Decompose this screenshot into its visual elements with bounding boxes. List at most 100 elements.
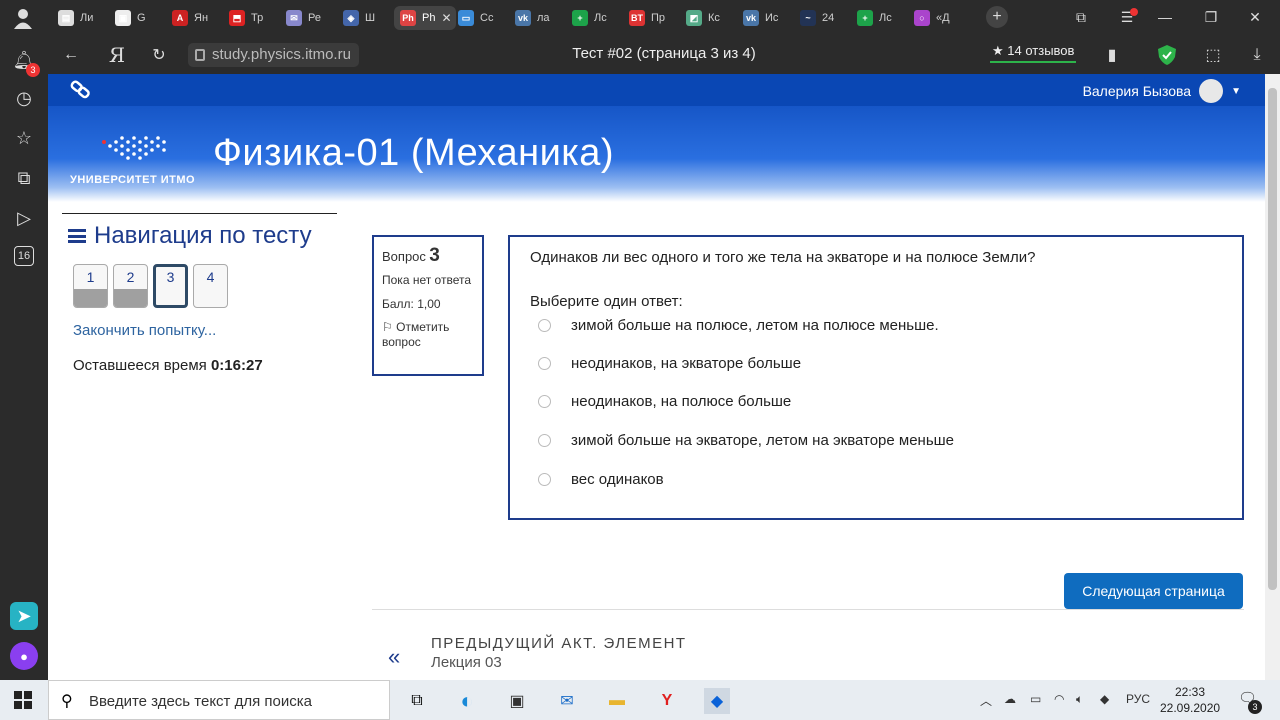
browser-tab[interactable]: BT Пр — [623, 6, 677, 30]
browser-tab[interactable]: ▭ Сс — [452, 6, 506, 30]
radio-button[interactable] — [538, 433, 551, 447]
download-icon[interactable]: ⤓ — [1246, 44, 1268, 66]
user-menu[interactable]: Валерия Бызова ▼ — [1083, 79, 1241, 103]
tab-label: ла — [537, 12, 550, 24]
tab-favicon-icon: BT — [629, 10, 645, 26]
browser-tab[interactable]: + Лс — [851, 6, 905, 30]
answer-option[interactable]: неодинаков, на экваторе больше — [538, 352, 801, 374]
dropbox-tray-icon[interactable]: ◆ — [1100, 692, 1109, 706]
quiz-question-button-1[interactable]: 1 — [73, 264, 108, 308]
search-placeholder: Введите здесь текст для поиска — [89, 693, 312, 710]
history-icon[interactable]: ◷ — [12, 86, 36, 110]
battery-icon[interactable]: ▭ — [1030, 692, 1041, 706]
language-indicator[interactable]: РУС — [1126, 692, 1150, 706]
browser-tab[interactable]: ~24 — [794, 6, 848, 30]
protect-shield-icon[interactable] — [1156, 44, 1178, 66]
browser-tab[interactable]: + Лс — [566, 6, 620, 30]
prev-activity-label[interactable]: ПРЕДЫДУЩИЙ АКТ. ЭЛЕМЕНТ — [431, 635, 687, 652]
bookmark-icon[interactable]: ▮ — [1101, 44, 1123, 66]
browser-tab[interactable]: Ph Ph ✕ — [394, 6, 456, 30]
extensions-icon[interactable]: ⬚ — [1202, 44, 1224, 66]
star-icon[interactable]: ☆ — [12, 126, 36, 150]
tab-label: Кс — [708, 12, 720, 24]
radio-button[interactable] — [538, 394, 551, 408]
volume-icon[interactable]: 🔈︎ — [1076, 692, 1083, 707]
browser-tab[interactable]: ○ «Д — [908, 6, 962, 30]
close-tab-icon[interactable]: ✕ — [441, 11, 451, 25]
mail-icon[interactable]: ✉ — [554, 688, 580, 714]
clock[interactable]: 22:33 22.09.2020 — [1160, 684, 1220, 716]
answer-option[interactable]: зимой больше на полюсе, летом на полюсе … — [538, 314, 939, 336]
link-icon[interactable] — [70, 80, 92, 105]
new-tab-button[interactable]: + — [986, 6, 1008, 28]
answer-option[interactable]: вес одинаков — [538, 468, 664, 490]
browser-tab[interactable]: ▣ G — [109, 6, 163, 30]
quiz-question-button-3[interactable]: 3 — [153, 264, 188, 308]
radio-button[interactable] — [538, 356, 551, 370]
tab-label: Ш — [365, 12, 376, 24]
notification-count-badge: 3 — [1248, 700, 1262, 714]
tab-label: Ис — [765, 12, 779, 24]
edge-icon[interactable]: ◐ — [454, 688, 480, 714]
profile-icon[interactable] — [8, 6, 38, 30]
tabs-overview-icon[interactable]: ⧉ — [1066, 6, 1096, 28]
browser-tab-bar: ▤ Ли ▣ G A Ян ⬒ Тр ✉ Ре ◈ Ш Ph Ph ✕ ▭ Сс vk ла + Лс BT Пр ◩ Кс vk… — [0, 0, 1280, 36]
windows-taskbar: ⚲ Введите здесь текст для поиска ⧉ ◐ ▣ ✉… — [0, 680, 1280, 720]
answer-option[interactable]: зимой больше на экваторе, летом на экват… — [538, 429, 954, 451]
page-scrollbar[interactable] — [1265, 74, 1280, 680]
alice-icon[interactable]: ● — [10, 642, 38, 670]
double-chevron-left-icon[interactable]: « — [388, 644, 400, 670]
menu-icon[interactable]: ☰ — [1112, 6, 1142, 28]
onedrive-icon[interactable]: ☁ — [1004, 692, 1016, 706]
flag-question-link[interactable]: ⚐ Отметить вопрос — [382, 320, 474, 350]
tab-label: Ph — [422, 12, 436, 24]
scrollbar-thumb[interactable] — [1268, 88, 1277, 590]
browser-tab[interactable]: vk ла — [509, 6, 563, 30]
browser-tab[interactable]: ◩ Кс — [680, 6, 734, 30]
minimize-button[interactable]: — — [1150, 6, 1180, 28]
wifi-icon[interactable]: ◠ — [1054, 692, 1064, 706]
collections-icon[interactable]: ⧉ — [12, 166, 36, 190]
next-page-button[interactable]: Следующая страница — [1064, 573, 1243, 609]
task-view-icon[interactable]: ⧉ — [404, 688, 430, 714]
quiz-question-button-2[interactable]: 2 — [113, 264, 148, 308]
browser-tab[interactable]: vk Ис — [737, 6, 791, 30]
restore-button[interactable]: ❐ — [1196, 6, 1226, 28]
browser-tab[interactable]: ⬒ Тр — [223, 6, 277, 30]
file-explorer-icon[interactable]: ▬ — [604, 688, 630, 714]
tab-label: 24 — [822, 12, 835, 24]
answer-option[interactable]: неодинаков, на полюсе больше — [538, 390, 791, 412]
play-icon[interactable]: ▷ — [12, 206, 36, 230]
browser-tab[interactable]: ✉ Ре — [280, 6, 334, 30]
tab-favicon-icon: ~ — [800, 10, 816, 26]
search-icon: ⚲ — [61, 693, 73, 710]
flag-icon: ⚐ — [382, 320, 393, 334]
tab-favicon-icon: ◈ — [343, 10, 359, 26]
tab-label: «Д — [936, 12, 950, 24]
close-window-button[interactable]: ✕ — [1240, 6, 1270, 28]
question-info: Вопрос 3 Пока нет ответа Балл: 1,00 ⚐ От… — [372, 235, 484, 376]
browser-tab[interactable]: ▤ Ли — [52, 6, 106, 30]
store-icon[interactable]: ▣ — [504, 688, 530, 714]
tab-label: Ли — [80, 12, 94, 24]
quiz-nav-title: Навигация по тесту — [68, 222, 312, 250]
radio-button[interactable] — [538, 472, 551, 486]
reviews-button[interactable]: ★ 14 отзывов — [990, 41, 1077, 63]
user-name: Валерия Бызова — [1082, 83, 1192, 99]
radio-button[interactable] — [538, 318, 551, 332]
windows-start-icon[interactable] — [14, 691, 32, 709]
answer-prompt: Выберите один ответ: — [530, 293, 683, 310]
dropbox-icon[interactable]: ◆ — [704, 688, 730, 714]
quiz-question-button-4[interactable]: 4 — [193, 264, 228, 308]
counter-icon[interactable]: 16 — [14, 246, 34, 266]
prev-activity-name[interactable]: Лекция 03 — [431, 654, 502, 671]
taskbar-search[interactable]: ⚲ Введите здесь текст для поиска — [48, 680, 390, 720]
send-icon[interactable]: ➤ — [10, 602, 38, 630]
chevron-down-icon: ▼ — [1231, 85, 1241, 97]
browser-tab[interactable]: A Ян — [166, 6, 220, 30]
tray-chevron-icon[interactable]: ︿ — [980, 692, 992, 709]
yandex-browser-icon[interactable]: Y — [654, 688, 680, 714]
finish-attempt-link[interactable]: Закончить попытку... — [73, 322, 216, 339]
browser-tab[interactable]: ◈ Ш — [337, 6, 391, 30]
course-title: Физика-01 (Механика) — [213, 132, 615, 174]
